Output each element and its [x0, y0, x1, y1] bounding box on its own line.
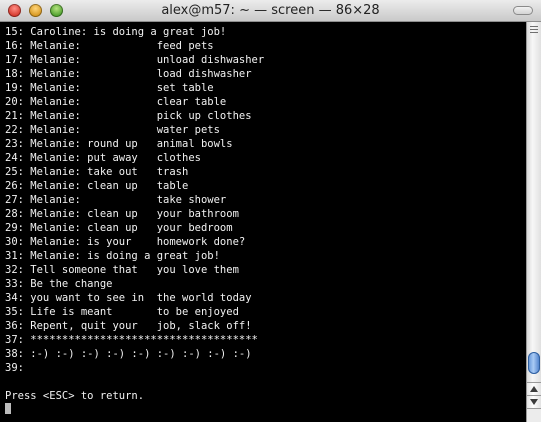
terminal-line: 16: Melanie: feed pets	[5, 40, 214, 52]
terminal-line: 19: Melanie: set table	[5, 82, 214, 94]
scrollbar-grip-icon	[530, 26, 538, 34]
terminal-line: 34: you want to see in the world today	[5, 292, 252, 304]
scrollbar-thumb[interactable]	[528, 352, 540, 374]
terminal-line: 27: Melanie: take shower	[5, 194, 227, 206]
terminal-line: 33: Be the change	[5, 278, 113, 290]
toolbar-toggle-button[interactable]	[513, 6, 533, 15]
terminal-line: 17: Melanie: unload dishwasher	[5, 54, 265, 66]
terminal-line: 39:	[5, 362, 24, 374]
terminal-output[interactable]: 15: Caroline: is doing a great job! 16: …	[0, 22, 526, 422]
terminal-line: 30: Melanie: is your homework done?	[5, 236, 246, 248]
title-bar[interactable]: alex@m57: ~ — screen — 86×28	[0, 0, 541, 22]
terminal-line: 31: Melanie: is doing a great job!	[5, 250, 220, 262]
window-title: alex@m57: ~ — screen — 86×28	[161, 3, 380, 18]
terminal-window: alex@m57: ~ — screen — 86×28 15: Carolin…	[0, 0, 541, 422]
arrow-up-icon	[530, 386, 538, 392]
terminal-line: 36: Repent, quit your job, slack off!	[5, 320, 252, 332]
scroll-down-button[interactable]	[527, 395, 541, 408]
scroll-up-button[interactable]	[527, 382, 541, 395]
terminal-line: 22: Melanie: water pets	[5, 124, 220, 136]
terminal-line: 25: Melanie: take out trash	[5, 166, 189, 178]
terminal-line: 20: Melanie: clear table	[5, 96, 227, 108]
terminal-line: 32: Tell someone that you love them	[5, 264, 239, 276]
terminal-line: 21: Melanie: pick up clothes	[5, 110, 252, 122]
resize-grip[interactable]	[527, 408, 541, 422]
terminal-line: 35: Life is meant to be enjoyed	[5, 306, 239, 318]
arrow-down-icon	[530, 399, 538, 405]
text-cursor	[5, 403, 11, 414]
terminal-line: 38: :-) :-) :-) :-) :-) :-) :-) :-) :-)	[5, 348, 252, 360]
terminal-line: 15: Caroline: is doing a great job!	[5, 26, 227, 38]
terminal-line: 23: Melanie: round up animal bowls	[5, 138, 233, 150]
terminal-line: 18: Melanie: load dishwasher	[5, 68, 252, 80]
cursor-line	[5, 403, 526, 417]
esc-prompt: Press <ESC> to return.	[5, 390, 145, 402]
terminal-line: 26: Melanie: clean up table	[5, 180, 189, 192]
terminal-line: 37: ************************************	[5, 334, 258, 346]
terminal-line: 29: Melanie: clean up your bedroom	[5, 222, 233, 234]
vertical-scrollbar[interactable]	[526, 22, 541, 422]
terminal-line: 24: Melanie: put away clothes	[5, 152, 201, 164]
terminal-line: 28: Melanie: clean up your bathroom	[5, 208, 239, 220]
